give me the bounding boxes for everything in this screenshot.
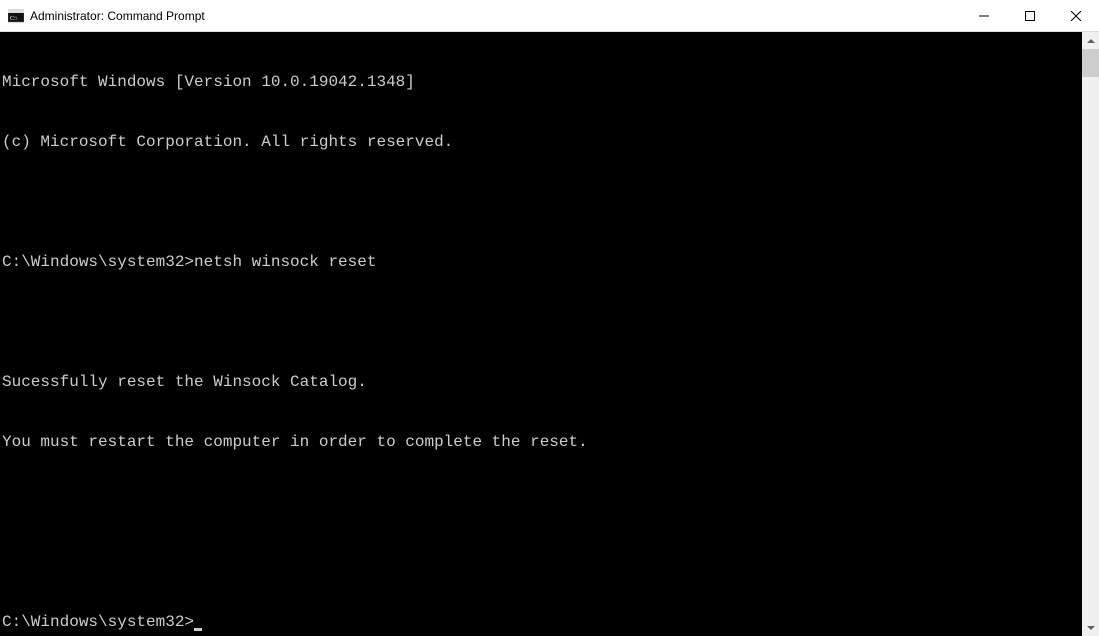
console-viewport: Microsoft Windows [Version 10.0.19042.13… xyxy=(0,32,1099,636)
cmd-icon: C:\ xyxy=(8,8,24,24)
prompt-path: C:\Windows\system32> xyxy=(2,253,194,271)
console-line xyxy=(2,492,1082,512)
maximize-button[interactable] xyxy=(1007,0,1053,32)
console-line: C:\Windows\system32>netsh winsock reset xyxy=(2,252,1082,272)
console-line xyxy=(2,552,1082,572)
scroll-down-arrow-icon[interactable] xyxy=(1082,619,1099,636)
cursor xyxy=(194,628,202,631)
minimize-button[interactable] xyxy=(961,0,1007,32)
vertical-scrollbar[interactable] xyxy=(1082,32,1099,636)
close-button[interactable] xyxy=(1053,0,1099,32)
console-line xyxy=(2,192,1082,212)
console-line: Sucessfully reset the Winsock Catalog. xyxy=(2,372,1082,392)
prompt-command: netsh winsock reset xyxy=(194,253,376,271)
console-output[interactable]: Microsoft Windows [Version 10.0.19042.13… xyxy=(0,32,1082,636)
window-title: Administrator: Command Prompt xyxy=(30,0,961,32)
svg-text:C:\: C:\ xyxy=(10,16,18,22)
console-line: C:\Windows\system32> xyxy=(2,612,1082,632)
window-controls xyxy=(961,0,1099,32)
titlebar[interactable]: C:\ Administrator: Command Prompt xyxy=(0,0,1099,32)
console-line: You must restart the computer in order t… xyxy=(2,432,1082,452)
scroll-track[interactable] xyxy=(1082,49,1099,619)
console-line: (c) Microsoft Corporation. All rights re… xyxy=(2,132,1082,152)
console-line xyxy=(2,312,1082,332)
scroll-up-arrow-icon[interactable] xyxy=(1082,32,1099,49)
console-line: Microsoft Windows [Version 10.0.19042.13… xyxy=(2,72,1082,92)
scroll-thumb[interactable] xyxy=(1082,49,1099,77)
prompt-path: C:\Windows\system32> xyxy=(2,613,194,631)
